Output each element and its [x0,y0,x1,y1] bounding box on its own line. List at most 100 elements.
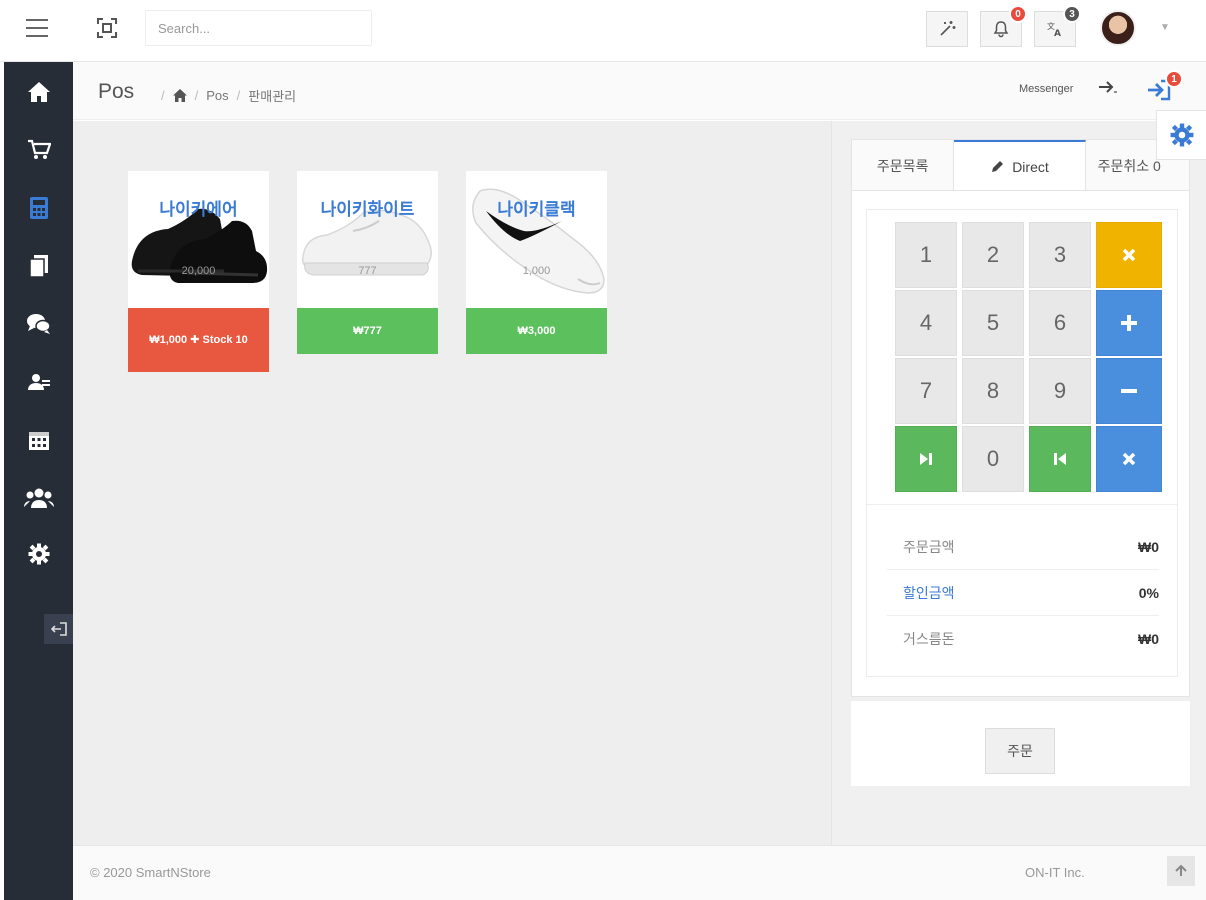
product-name: 나이키화이트 [320,200,415,219]
product-price-bar: ₩777 [297,308,438,354]
comments-icon [26,314,51,334]
arrow-right-icon[interactable] [1097,78,1119,94]
home-icon[interactable] [172,89,187,102]
notifications-button[interactable]: 0 [980,5,1027,47]
order-button[interactable]: 주문 [985,728,1055,774]
step-forward-icon [920,453,932,465]
sidebar-item-settings[interactable] [4,534,73,574]
key-6[interactable]: 6 [1029,290,1091,356]
login-button[interactable]: 1 [1147,70,1183,104]
white-swoosh-sneaker-image [472,188,605,294]
messenger-link[interactable]: Messenger [1019,83,1073,95]
change-label: 거스름돈 [903,631,955,647]
sidebar-item-pos[interactable] [4,188,73,228]
previous-button[interactable] [1029,426,1091,492]
sidebar-item-users[interactable] [4,478,73,518]
product-subprice: 777 [358,265,377,277]
product-image: 나이키에어 20,000 [128,171,269,308]
order-amount-value: ₩0 [1138,538,1159,555]
discount-value: 0% [1138,584,1159,601]
divider [867,504,1177,505]
translate-icon: 文A [1047,21,1061,38]
key-5[interactable]: 5 [962,290,1024,356]
product-price-bar: ₩1,000 ✚ Stock 10 [128,308,269,372]
order-tabs: 주문목록 Direct 주문취소 0 [851,139,1190,191]
change-value: ₩0 [1138,631,1159,647]
key-2[interactable]: 2 [962,222,1024,288]
notifications-badge: 0 [1009,5,1027,23]
breadcrumb-separator: / [161,88,165,103]
product-subprice: 1,000 [522,265,551,277]
summary-change: 거스름돈 ₩0 [887,616,1159,662]
calendar-icon [28,432,49,450]
gear-icon [28,543,49,565]
sidebar [0,62,73,900]
product-card[interactable]: 나이키화이트 777 ₩777 [297,171,438,354]
keypad: 1 2 3 4 5 6 7 8 9 0 주문금액 ₩0 할인금액 0% 거스름돈… [866,209,1178,677]
key-3[interactable]: 3 [1029,222,1091,288]
chevron-down-icon[interactable]: ▼ [1160,22,1170,33]
sidebar-item-cart[interactable] [4,130,73,170]
step-backward-icon [1054,453,1066,465]
tab-direct-label: Direct [1012,159,1049,175]
key-4[interactable]: 4 [895,290,957,356]
page-header: Pos / / Pos / 판매관리 Messenger 1 [73,62,1206,120]
magic-wand-button[interactable] [926,11,968,47]
top-bar: 0 文A 3 ▼ [0,0,1206,62]
order-action-box: 주문 [851,701,1190,786]
fullscreen-icon[interactable] [96,17,118,39]
key-7[interactable]: 7 [895,358,957,424]
user-avatar[interactable] [1100,10,1136,46]
sidebar-item-home[interactable] [4,72,73,112]
minus-icon [1121,389,1137,393]
product-name: 나이키에어 [159,200,238,219]
sidebar-item-documents[interactable] [4,246,73,286]
scroll-to-top-button[interactable] [1167,856,1195,886]
sidebar-item-chat[interactable] [4,304,73,344]
white-sneaker-image [301,209,432,276]
sidebar-item-customers[interactable] [4,362,73,402]
tab-direct[interactable]: Direct [954,140,1086,190]
key-0[interactable]: 0 [962,426,1024,492]
user-card-icon [27,374,50,390]
key-1[interactable]: 1 [895,222,957,288]
arrow-up-icon [1175,865,1187,876]
cart-icon [27,139,51,159]
tab-order-list[interactable]: 주문목록 [852,140,955,190]
bell-icon [993,21,1009,38]
order-panel: 주문목록 Direct 주문취소 0 1 2 3 4 5 6 7 8 9 0 주… [831,121,1206,845]
menu-icon[interactable] [26,19,48,37]
product-image: 나이키클랙 1,000 [466,171,607,308]
product-card[interactable]: 나이키클랙 1,000 ₩3,000 [466,171,607,354]
product-card[interactable]: 나이키에어 20,000 ₩1,000 ✚ Stock 10 [128,171,269,372]
clear-button[interactable] [1096,222,1162,288]
next-button[interactable] [895,426,957,492]
plus-button[interactable] [1096,290,1162,356]
breadcrumb-item: 판매관리 [248,89,297,104]
translate-button[interactable]: 文A 3 [1034,5,1081,47]
sidebar-item-calendar[interactable] [4,420,73,460]
product-image: 나이키화이트 777 [297,171,438,308]
delete-button[interactable] [1096,426,1162,492]
black-sneaker-image [131,208,268,283]
footer: © 2020 SmartNStore ON-IT Inc. [73,845,1206,900]
product-price-bar: ₩3,000 [466,308,607,354]
settings-button[interactable] [1156,110,1206,160]
home-icon [27,82,50,102]
key-8[interactable]: 8 [962,358,1024,424]
copyright-text: © 2020 SmartNStore [90,865,211,880]
product-subprice: 20,000 [181,265,216,277]
sidebar-collapse-button[interactable] [44,614,73,644]
plus-icon [1121,315,1137,331]
minus-button[interactable] [1096,358,1162,424]
translate-badge: 3 [1063,5,1081,23]
summary-discount: 할인금액 0% [887,570,1159,616]
keypad-panel: 1 2 3 4 5 6 7 8 9 0 주문금액 ₩0 할인금액 0% 거스름돈… [851,191,1190,697]
breadcrumb: / / Pos / 판매관리 [161,86,296,105]
breadcrumb-item[interactable]: Pos [206,88,228,103]
key-9[interactable]: 9 [1029,358,1091,424]
users-icon [23,488,54,508]
discount-link[interactable]: 할인금액 [887,583,955,603]
search-input[interactable] [145,10,372,46]
close-icon [1122,248,1136,262]
